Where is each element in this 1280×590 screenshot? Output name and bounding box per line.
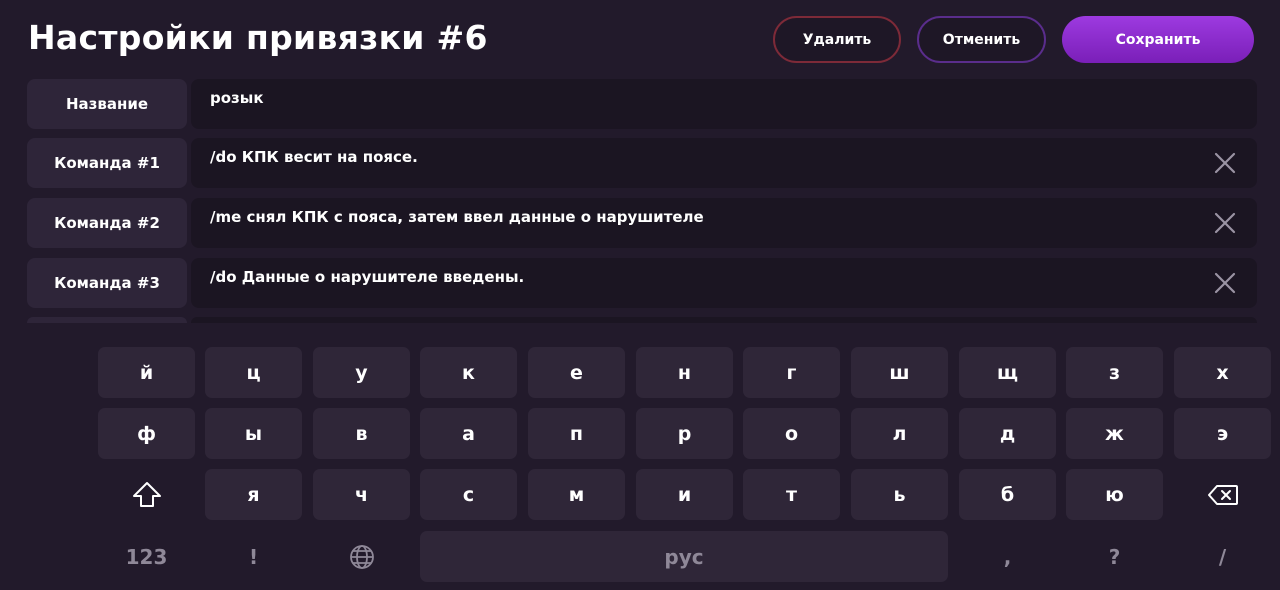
key-о[interactable]: о (743, 408, 840, 459)
page-title: Настройки привязки #6 (28, 18, 488, 57)
language-key[interactable] (313, 531, 410, 582)
key-ы[interactable]: ы (205, 408, 302, 459)
space-key[interactable]: рус (420, 531, 948, 582)
key-ц[interactable]: ц (205, 347, 302, 398)
key-б[interactable]: б (959, 469, 1056, 520)
key-э[interactable]: э (1174, 408, 1271, 459)
key-щ[interactable]: щ (959, 347, 1056, 398)
row-value: /do КПК весит на поясе. (210, 148, 418, 166)
globe-icon (349, 544, 374, 569)
row-label: Команда #2 (27, 198, 187, 248)
command-row-1: Команда #1 /do КПК весит на поясе. (27, 138, 1257, 188)
row-value: розык (210, 89, 264, 107)
header: Настройки привязки #6 Удалить Отменить С… (0, 0, 1280, 78)
key-ч[interactable]: ч (313, 469, 410, 520)
row-label: Название (27, 79, 187, 129)
close-icon[interactable] (1213, 271, 1237, 295)
key-д[interactable]: д (959, 408, 1056, 459)
command-row-2: Команда #2 /me снял КПК с пояса, затем в… (27, 198, 1257, 248)
key-в[interactable]: в (313, 408, 410, 459)
command-field-3[interactable]: /do Данные о нарушителе введены. (191, 258, 1257, 308)
key-ю[interactable]: ю (1066, 469, 1163, 520)
question-key[interactable]: ? (1066, 531, 1163, 582)
numbers-key[interactable]: 123 (98, 531, 195, 582)
key-с[interactable]: с (420, 469, 517, 520)
key-а[interactable]: а (420, 408, 517, 459)
key-и[interactable]: и (636, 469, 733, 520)
command-field-1[interactable]: /do КПК весит на поясе. (191, 138, 1257, 188)
comma-key[interactable]: , (959, 531, 1056, 582)
row-label: Команда #3 (27, 258, 187, 308)
name-field[interactable]: розык (191, 79, 1257, 129)
key-я[interactable]: я (205, 469, 302, 520)
key-е[interactable]: е (528, 347, 625, 398)
exclaim-key[interactable]: ! (205, 531, 302, 582)
on-screen-keyboard: й ц у к е н г ш щ з х ф ы в а п р о л д … (0, 323, 1280, 590)
row-label: Команда #1 (27, 138, 187, 188)
key-ш[interactable]: ш (851, 347, 948, 398)
shift-key[interactable] (98, 469, 195, 520)
close-icon[interactable] (1213, 211, 1237, 235)
key-л[interactable]: л (851, 408, 948, 459)
key-ь[interactable]: ь (851, 469, 948, 520)
row-value: /do Данные о нарушителе введены. (210, 268, 525, 286)
close-icon[interactable] (1213, 151, 1237, 175)
key-ф[interactable]: ф (98, 408, 195, 459)
key-у[interactable]: у (313, 347, 410, 398)
key-х[interactable]: х (1174, 347, 1271, 398)
key-р[interactable]: р (636, 408, 733, 459)
backspace-key[interactable] (1174, 469, 1271, 520)
save-button[interactable]: Сохранить (1062, 16, 1254, 63)
name-row: Название розык (27, 79, 1257, 129)
key-к[interactable]: к (420, 347, 517, 398)
key-з[interactable]: з (1066, 347, 1163, 398)
command-row-3: Команда #3 /do Данные о нарушителе введе… (27, 258, 1257, 308)
key-м[interactable]: м (528, 469, 625, 520)
key-й[interactable]: й (98, 347, 195, 398)
shift-icon (132, 481, 161, 507)
key-г[interactable]: г (743, 347, 840, 398)
key-ж[interactable]: ж (1066, 408, 1163, 459)
slash-key[interactable]: / (1174, 531, 1271, 582)
key-т[interactable]: т (743, 469, 840, 520)
command-field-2[interactable]: /me снял КПК с пояса, затем ввел данные … (191, 198, 1257, 248)
row-value: /me снял КПК с пояса, затем ввел данные … (210, 208, 704, 226)
delete-button[interactable]: Удалить (773, 16, 901, 63)
key-н[interactable]: н (636, 347, 733, 398)
key-п[interactable]: п (528, 408, 625, 459)
cancel-button[interactable]: Отменить (917, 16, 1046, 63)
backspace-icon (1207, 484, 1238, 505)
